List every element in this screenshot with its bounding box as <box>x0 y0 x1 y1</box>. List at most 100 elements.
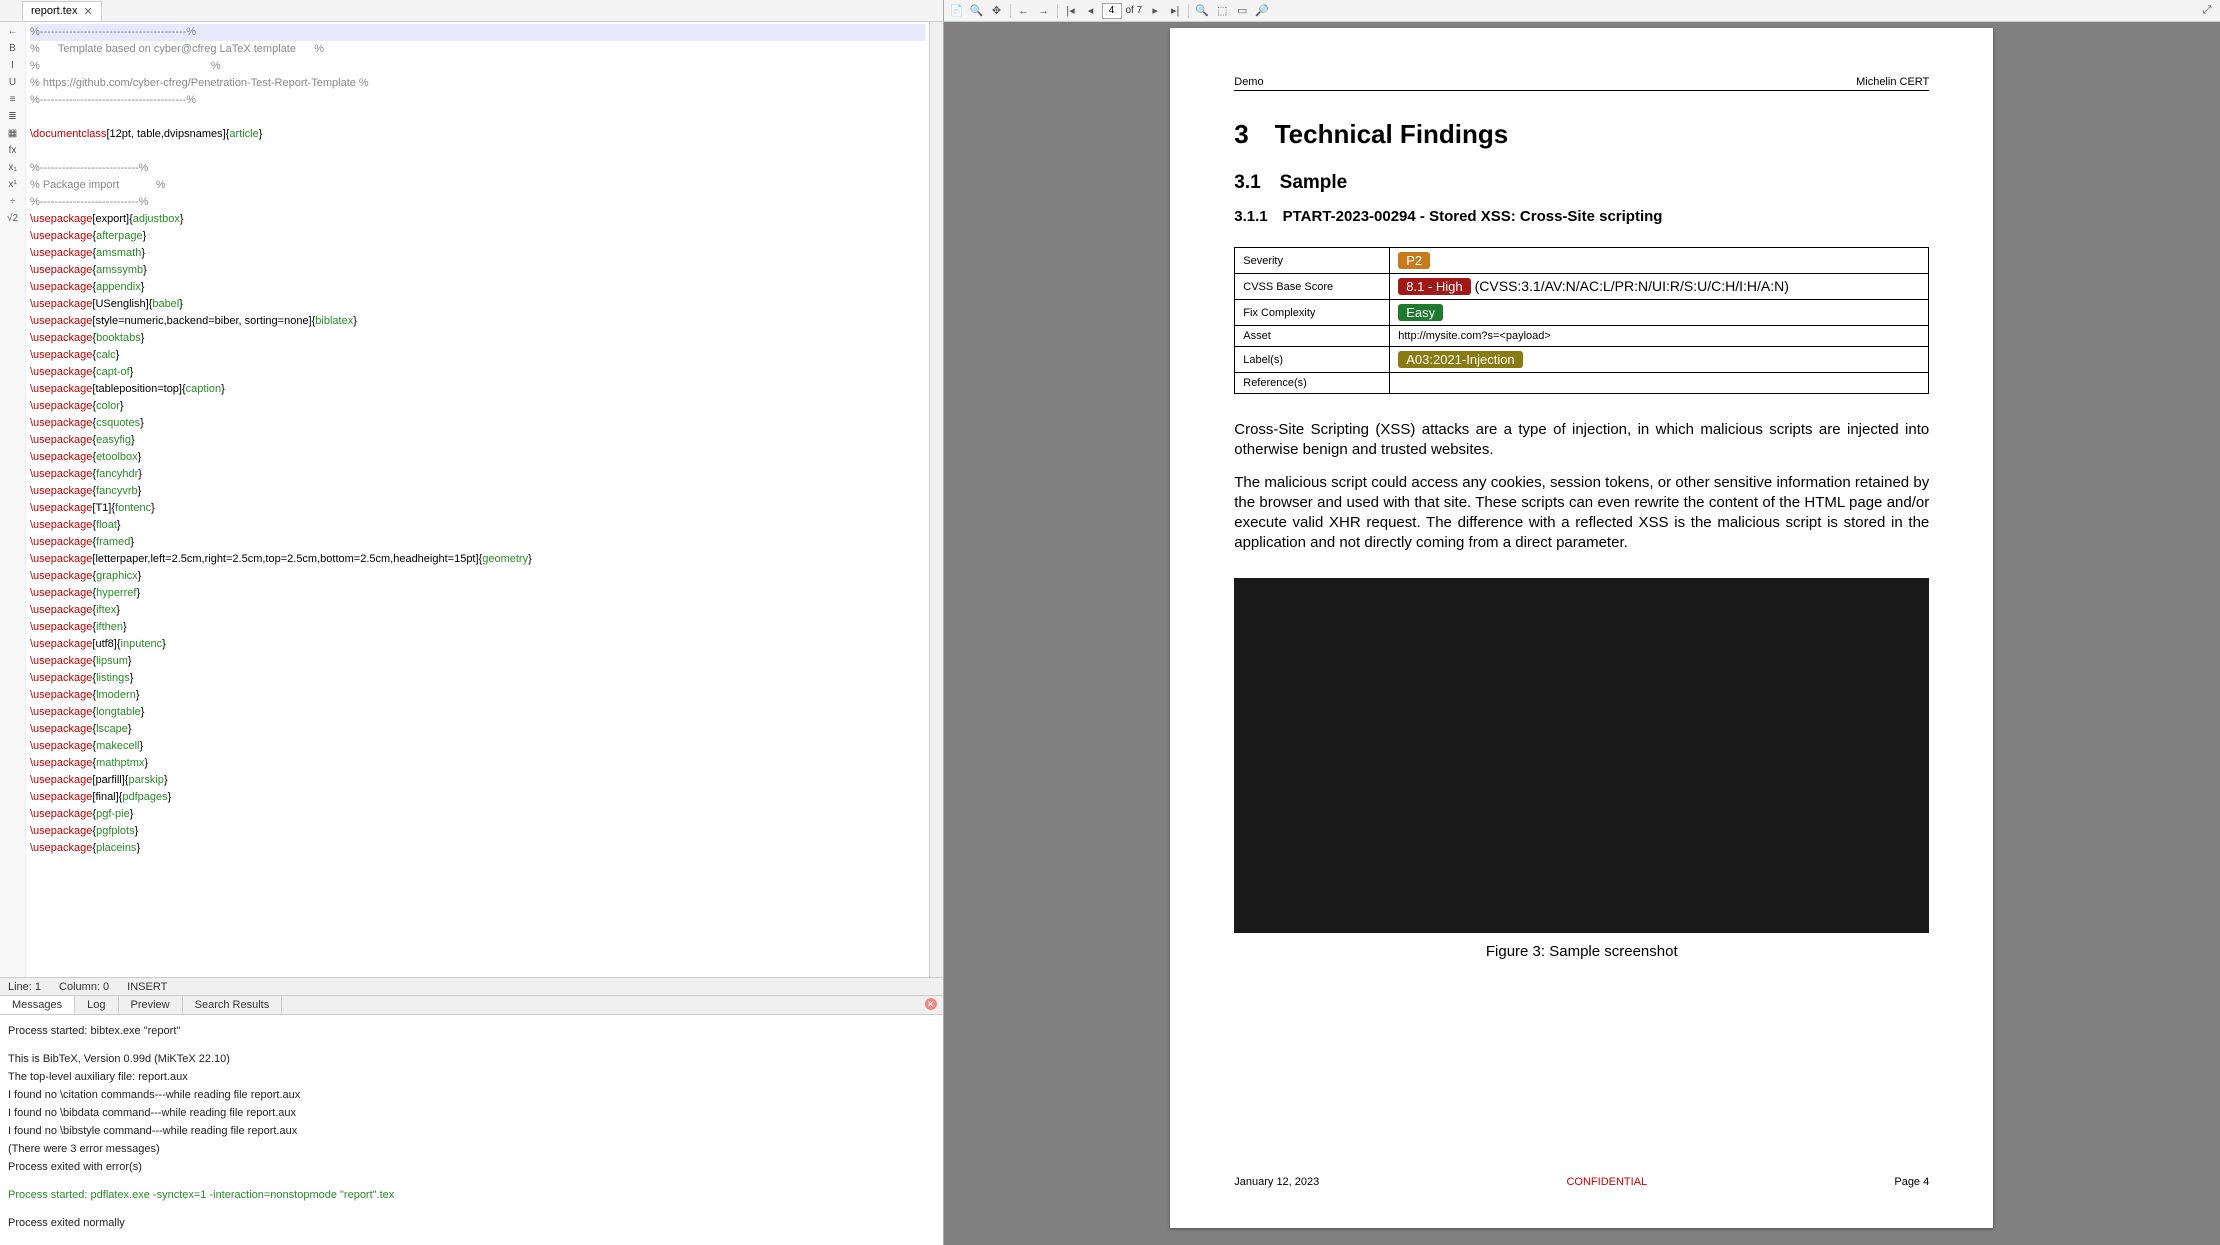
gutter-btn-5[interactable]: ≣ <box>8 111 16 122</box>
code-line[interactable]: \usepackage[final]{pdfpages} <box>30 789 925 806</box>
gutter-btn-11[interactable]: √2 <box>7 213 18 224</box>
code-line[interactable]: \usepackage{hyperref} <box>30 585 925 602</box>
message-line: The top-level auxiliary file: report.aux <box>8 1069 935 1085</box>
expand-icon[interactable]: ⤢ <box>2198 2 2216 20</box>
first-page-icon[interactable]: |◂ <box>1062 2 1080 20</box>
code-line[interactable]: \usepackage{pgf-pie} <box>30 806 925 823</box>
zoom-actual-icon[interactable]: 🔎 <box>1253 2 1271 20</box>
code-line[interactable]: \usepackage{appendix} <box>30 279 925 296</box>
move-icon[interactable]: ✥ <box>988 2 1006 20</box>
figure-caption: Figure 3: Sample screenshot <box>1234 943 1929 960</box>
gutter-btn-0[interactable]: ← <box>8 26 18 37</box>
ref-val <box>1390 373 1929 394</box>
code-line[interactable]: \usepackage{etoolbox} <box>30 449 925 466</box>
code-line[interactable]: \usepackage[style=numeric,backend=biber,… <box>30 313 925 330</box>
foot-confidential: CONFIDENTIAL <box>1566 1176 1647 1188</box>
code-line[interactable]: \usepackage{listings} <box>30 670 925 687</box>
back-icon[interactable]: ← <box>1015 2 1033 20</box>
code-editor[interactable]: %---------------------------------------… <box>26 22 929 977</box>
code-line[interactable]: \usepackage{placeins} <box>30 840 925 857</box>
asset-val: http://mysite.com?s=<payload> <box>1390 326 1929 347</box>
next-page-icon[interactable]: ▸ <box>1146 2 1164 20</box>
last-page-icon[interactable]: ▸| <box>1166 2 1184 20</box>
heading-2: 3.1 Sample <box>1234 172 1929 194</box>
tab-report[interactable]: report.tex ✕ <box>22 1 102 21</box>
code-line[interactable]: %---------------------------% <box>30 160 925 177</box>
code-line[interactable]: % https://github.com/cyber-cfreg/Penetra… <box>30 75 925 92</box>
tab-messages[interactable]: Messages <box>0 996 75 1014</box>
paragraph-1: Cross-Site Scripting (XSS) attacks are a… <box>1234 420 1929 461</box>
code-line[interactable]: \usepackage{easyfig} <box>30 432 925 449</box>
code-line[interactable]: \usepackage{iftex} <box>30 602 925 619</box>
code-line[interactable]: \usepackage{booktabs} <box>30 330 925 347</box>
code-line[interactable]: \usepackage{framed} <box>30 534 925 551</box>
code-line[interactable]: \usepackage{makecell} <box>30 738 925 755</box>
code-line[interactable]: \usepackage{longtable} <box>30 704 925 721</box>
zoom-page-icon[interactable]: ▭ <box>1233 2 1251 20</box>
code-line[interactable]: \usepackage{lipsum} <box>30 653 925 670</box>
code-line[interactable]: \usepackage{ifthen} <box>30 619 925 636</box>
gutter-btn-7[interactable]: fx <box>9 145 17 156</box>
zoom-width-icon[interactable]: ⬚ <box>1213 2 1231 20</box>
code-line[interactable]: %---------------------------% <box>30 194 925 211</box>
code-line[interactable] <box>30 143 925 160</box>
page-input[interactable] <box>1102 3 1122 19</box>
tab-preview[interactable]: Preview <box>119 996 183 1014</box>
gutter-btn-9[interactable]: x¹ <box>8 179 16 190</box>
code-line[interactable]: \usepackage{color} <box>30 398 925 415</box>
doc-icon[interactable]: 📄 <box>948 2 966 20</box>
code-line[interactable]: \usepackage[parfill]{parskip} <box>30 772 925 789</box>
preview-area[interactable]: Demo Michelin CERT 3 Technical Findings … <box>944 22 2220 1245</box>
prev-page-icon[interactable]: ◂ <box>1082 2 1100 20</box>
code-line[interactable]: \usepackage{amssymb} <box>30 262 925 279</box>
code-line[interactable]: \usepackage[utf8]{inputenc} <box>30 636 925 653</box>
gutter-btn-8[interactable]: x₁ <box>8 162 16 173</box>
close-icon[interactable]: ✕ <box>83 5 92 18</box>
code-line[interactable]: \usepackage{fancyhdr} <box>30 466 925 483</box>
code-line[interactable]: \usepackage{lscape} <box>30 721 925 738</box>
findings-table: SeverityP2 CVSS Base Score8.1 - High(CVS… <box>1234 247 1929 394</box>
tab-search[interactable]: Search Results <box>183 996 283 1014</box>
label-key: Label(s) <box>1235 347 1390 373</box>
code-line[interactable]: \usepackage{csquotes} <box>30 415 925 432</box>
code-line[interactable]: % % <box>30 58 925 75</box>
code-line[interactable]: \usepackage{lmodern} <box>30 687 925 704</box>
code-line[interactable]: %---------------------------------------… <box>30 92 925 109</box>
code-line[interactable]: \usepackage[tableposition=top]{caption} <box>30 381 925 398</box>
gutter-btn-6[interactable]: ▦ <box>8 128 17 139</box>
gutter-btn-1[interactable]: B <box>9 43 16 54</box>
code-line[interactable]: % Template based on cyber@cfreg LaTeX te… <box>30 41 925 58</box>
bottom-tabs: Messages Log Preview Search Results ✕ <box>0 995 943 1015</box>
code-line[interactable] <box>30 109 925 126</box>
tab-filename: report.tex <box>31 5 77 17</box>
search-icon[interactable]: 🔍 <box>968 2 986 20</box>
gutter-btn-10[interactable]: ÷ <box>10 196 16 207</box>
messages-panel[interactable]: Process started: bibtex.exe "report"This… <box>0 1015 943 1245</box>
code-line[interactable]: % Package import % <box>30 177 925 194</box>
scrollbar-vertical[interactable] <box>929 22 943 977</box>
code-line[interactable]: \usepackage{graphicx} <box>30 568 925 585</box>
code-line[interactable]: \usepackage{calc} <box>30 347 925 364</box>
code-line[interactable]: \usepackage{amsmath} <box>30 245 925 262</box>
message-line: I found no \bibstyle command---while rea… <box>8 1123 935 1139</box>
code-line[interactable]: \usepackage{pgfplots} <box>30 823 925 840</box>
code-line[interactable]: \usepackage{capt-of} <box>30 364 925 381</box>
close-panel-icon[interactable]: ✕ <box>925 998 937 1010</box>
tab-log[interactable]: Log <box>75 996 118 1014</box>
code-line[interactable]: \usepackage{afterpage} <box>30 228 925 245</box>
screenshot-image <box>1234 578 1929 933</box>
zoom-fit-icon[interactable]: 🔍 <box>1193 2 1211 20</box>
gutter-btn-2[interactable]: I <box>11 60 14 71</box>
gutter-btn-4[interactable]: ≡ <box>10 94 16 105</box>
code-line[interactable]: %---------------------------------------… <box>30 24 925 41</box>
code-line[interactable]: \documentclass[12pt, table,dvipsnames]{a… <box>30 126 925 143</box>
code-line[interactable]: \usepackage[export]{adjustbox} <box>30 211 925 228</box>
forward-icon[interactable]: → <box>1035 2 1053 20</box>
code-line[interactable]: \usepackage{fancyvrb} <box>30 483 925 500</box>
code-line[interactable]: \usepackage[USenglish]{babel} <box>30 296 925 313</box>
gutter-btn-3[interactable]: U <box>9 77 16 88</box>
code-line[interactable]: \usepackage{float} <box>30 517 925 534</box>
code-line[interactable]: \usepackage[letterpaper,left=2.5cm,right… <box>30 551 925 568</box>
code-line[interactable]: \usepackage[T1]{fontenc} <box>30 500 925 517</box>
code-line[interactable]: \usepackage{mathptmx} <box>30 755 925 772</box>
